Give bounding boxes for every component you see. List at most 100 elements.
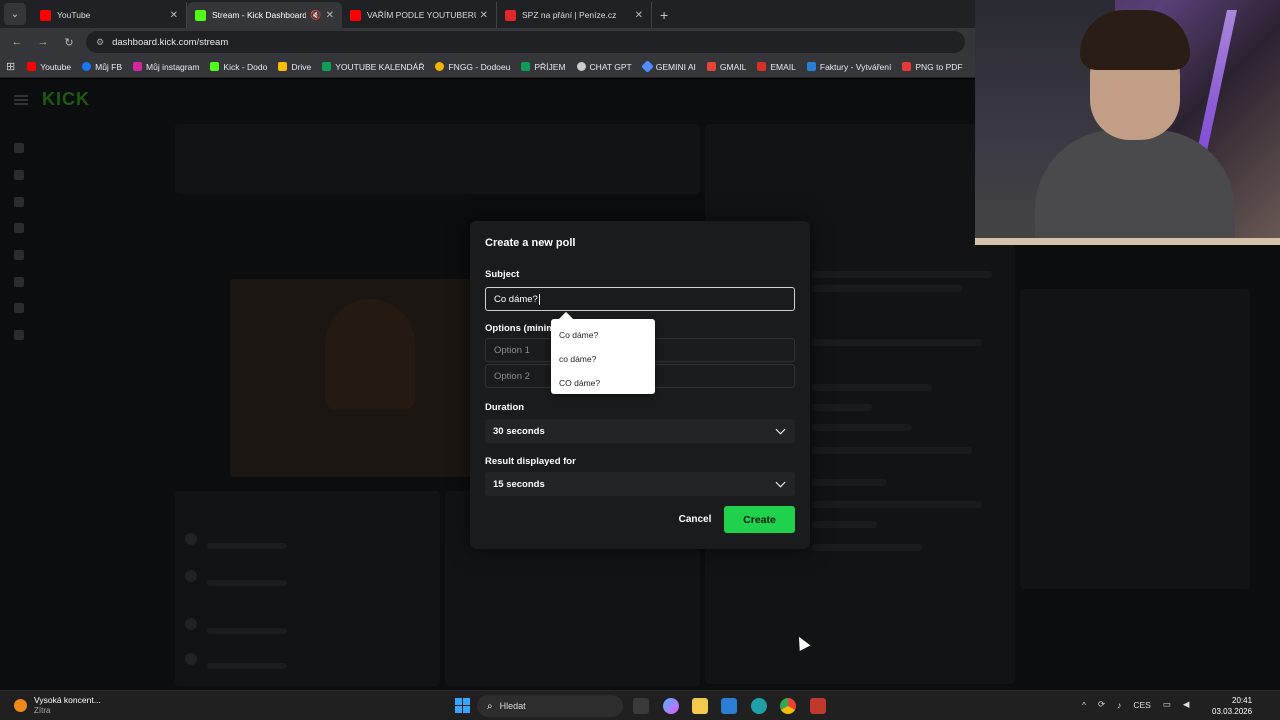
bookmark-drive[interactable]: Drive [278, 62, 311, 72]
chat-message [812, 384, 932, 391]
autocomplete-item[interactable]: CO dáme? [551, 371, 655, 395]
chrome-icon[interactable] [780, 698, 796, 714]
copilot-icon[interactable] [663, 698, 679, 714]
bookmark-label: FNGG - Dodoeu [448, 61, 511, 72]
bookmark-youtube[interactable]: Youtube [27, 62, 71, 72]
weather-icon [14, 698, 27, 712]
result-value: 15 seconds [493, 478, 545, 490]
tab-kick-dashboard[interactable]: Stream - Kick Dashboard 🔇 ✕ [187, 2, 342, 28]
sidebar-item [14, 242, 174, 269]
browser-toolbar: ← → ↻ ⚙ dashboard.kick.com/stream [0, 28, 975, 56]
chat-message [812, 501, 982, 508]
apps-icon[interactable]: ⊞ [6, 60, 15, 73]
bookmark-label: YOUTUBE KALENDÁŘ [335, 61, 425, 72]
microphone-icon[interactable]: ♪ [1117, 700, 1121, 710]
bookmark-label: PŘÍJEM [534, 61, 566, 72]
bookmark-icon [322, 62, 332, 71]
close-icon[interactable]: ✕ [170, 10, 178, 21]
bookmark-gmail[interactable]: GMAIL [706, 62, 746, 72]
bookmark-prijem[interactable]: PŘÍJEM [521, 61, 566, 72]
bookmarks-bar: ⊞ Youtube Můj FB Můj instagram Kick - Do… [0, 56, 975, 78]
stream-info-panel [175, 124, 700, 194]
site-info-icon[interactable]: ⚙ [96, 37, 104, 48]
bookmark-fb[interactable]: Můj FB [82, 62, 122, 72]
list-item [185, 566, 435, 608]
edge-icon[interactable] [751, 698, 767, 714]
option-1-placeholder: Option 1 [494, 344, 530, 356]
penize-icon [505, 9, 516, 21]
bookmark-icon [902, 62, 912, 71]
chat-message [812, 544, 922, 551]
close-icon[interactable]: ✕ [326, 10, 334, 21]
bookmark-kick[interactable]: Kick - Dodo [210, 62, 267, 72]
clock[interactable]: 20:41 03.03.2026 [1212, 695, 1252, 717]
tab-penize[interactable]: SPZ na přání | Peníze.cz ✕ [497, 2, 652, 28]
stream-preview [230, 279, 494, 477]
bookmark-label: Můj instagram [146, 61, 200, 72]
network-icon[interactable]: ▭ [1163, 699, 1171, 710]
capcut-icon[interactable] [810, 698, 826, 714]
autocomplete-item[interactable]: co dáme? [551, 347, 655, 371]
mute-icon[interactable]: 🔇 [310, 10, 321, 21]
youtube-icon [350, 9, 361, 21]
sync-icon[interactable]: ⟳ [1098, 699, 1105, 710]
reload-icon[interactable]: ↻ [60, 36, 78, 49]
sidebar-item [14, 215, 174, 242]
bookmark-instagram[interactable]: Můj instagram [133, 62, 199, 72]
kick-logo: KICK [42, 89, 90, 109]
search-icon: ⌕ [487, 700, 493, 712]
task-view-icon[interactable] [633, 698, 649, 714]
bookmark-fngg[interactable]: FNGG - Dodoeu [435, 62, 510, 72]
windows-start-icon[interactable] [455, 698, 470, 713]
bookmark-gemini[interactable]: GEMINI AI [640, 60, 696, 73]
duration-select[interactable]: 30 seconds [485, 419, 795, 443]
sidebar-nav [14, 135, 174, 349]
chat-message [812, 285, 962, 292]
new-tab-icon[interactable]: + [660, 7, 668, 23]
forward-icon[interactable]: → [34, 36, 52, 48]
bookmark-email[interactable]: EMAIL [757, 62, 796, 72]
youtube-icon [40, 9, 51, 21]
tab-search-button[interactable]: ⌄ [4, 3, 26, 25]
screen: ⌄ YouTube ✕ Stream - Kick Dashboard 🔇 ✕ … [0, 0, 1280, 720]
bookmark-label: Drive [291, 61, 312, 72]
webcam-overlay [975, 0, 1280, 245]
chat-message [812, 339, 982, 346]
sidebar-item [14, 162, 174, 189]
subject-input[interactable]: Co dáme? [485, 287, 795, 311]
tab-youtube-video[interactable]: VAŘÍM PODLE YOUTUBERŮ - Yo ✕ [342, 2, 497, 28]
bookmark-icon [757, 62, 767, 71]
tab-youtube[interactable]: YouTube ✕ [32, 2, 187, 28]
file-explorer-icon[interactable] [692, 698, 708, 714]
bookmark-label: PNG to PDF [915, 61, 963, 72]
cancel-button[interactable]: Cancel [670, 508, 720, 530]
browser-tab-strip: ⌄ YouTube ✕ Stream - Kick Dashboard 🔇 ✕ … [0, 0, 975, 28]
weather-widget[interactable]: Vysoká koncent... Zítra [14, 695, 101, 715]
volume-icon[interactable]: ◀ [1183, 699, 1190, 710]
url-text: dashboard.kick.com/stream [112, 36, 229, 48]
chat-message [812, 271, 992, 278]
bookmark-yt-calendar[interactable]: YOUTUBE KALENDÁŘ [322, 62, 424, 72]
taskbar-search[interactable]: ⌕ Hledat [477, 695, 623, 717]
result-select[interactable]: 15 seconds [485, 472, 795, 496]
chevron-up-icon[interactable]: ^ [1082, 700, 1086, 710]
address-bar[interactable]: ⚙ dashboard.kick.com/stream [86, 31, 965, 53]
autocomplete-item[interactable]: Co dáme? [551, 323, 655, 347]
close-icon[interactable]: ✕ [635, 10, 643, 21]
option-2-placeholder: Option 2 [494, 370, 530, 382]
system-tray: ^ ⟳ ♪ CES ▭ ◀ [1082, 699, 1201, 710]
bookmark-chatgpt[interactable]: CHAT GPT [576, 62, 632, 72]
tab-title: SPZ na přání | Peníze.cz [522, 10, 617, 20]
bookmark-label: Youtube [40, 61, 72, 72]
close-icon[interactable]: ✕ [480, 10, 488, 21]
outlook-icon[interactable] [721, 698, 737, 714]
subject-label: Subject [485, 269, 520, 280]
bookmark-png-to-pdf[interactable]: PNG to PDF [902, 61, 963, 72]
chat-message [812, 447, 972, 454]
bookmark-icon [133, 62, 143, 71]
back-icon[interactable]: ← [8, 36, 26, 48]
language-indicator[interactable]: CES [1133, 700, 1150, 710]
create-button[interactable]: Create [724, 506, 795, 533]
bookmark-faktury[interactable]: Faktury - Vytváření [806, 62, 891, 72]
webcam-person-hair [1080, 10, 1190, 70]
